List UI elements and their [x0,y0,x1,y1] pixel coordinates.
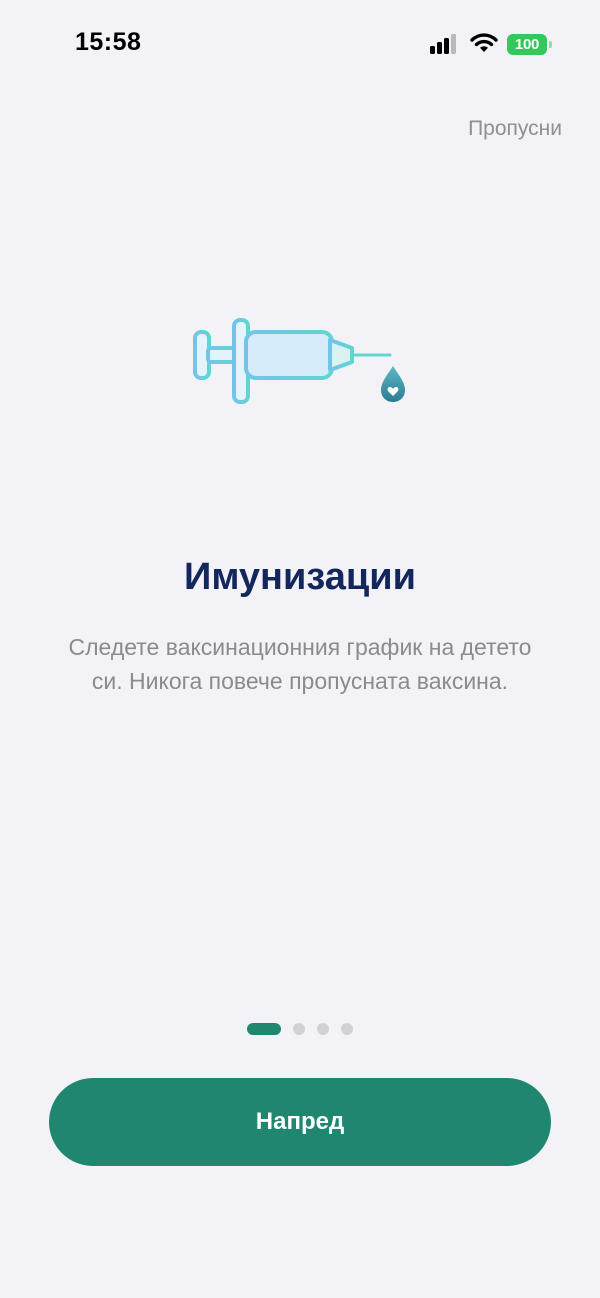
syringe-icon [193,318,405,404]
battery-cap [549,41,552,48]
page-dot-4[interactable] [341,1023,353,1035]
next-button[interactable]: Напред [49,1078,551,1166]
status-time: 15:58 [75,28,142,56]
onboarding-description: Следете ваксинационния график на детето … [68,634,532,694]
cellular-signal-icon [430,34,462,56]
page-dot-3[interactable] [317,1023,329,1035]
battery-icon: 100 [507,34,547,55]
page-dot-1[interactable] [247,1023,281,1035]
page-indicator [0,1023,600,1035]
page-dot-2[interactable] [293,1023,305,1035]
next-button-label: Напред [255,1108,345,1135]
onboarding-screen: 15:58 100 Пропусни Имунизации Следете ва… [0,0,600,1298]
onboarding-title: Имунизации [184,556,416,598]
battery-level: 100 [514,36,540,53]
wifi-icon [470,33,498,52]
skip-button[interactable]: Пропусни [468,117,562,141]
